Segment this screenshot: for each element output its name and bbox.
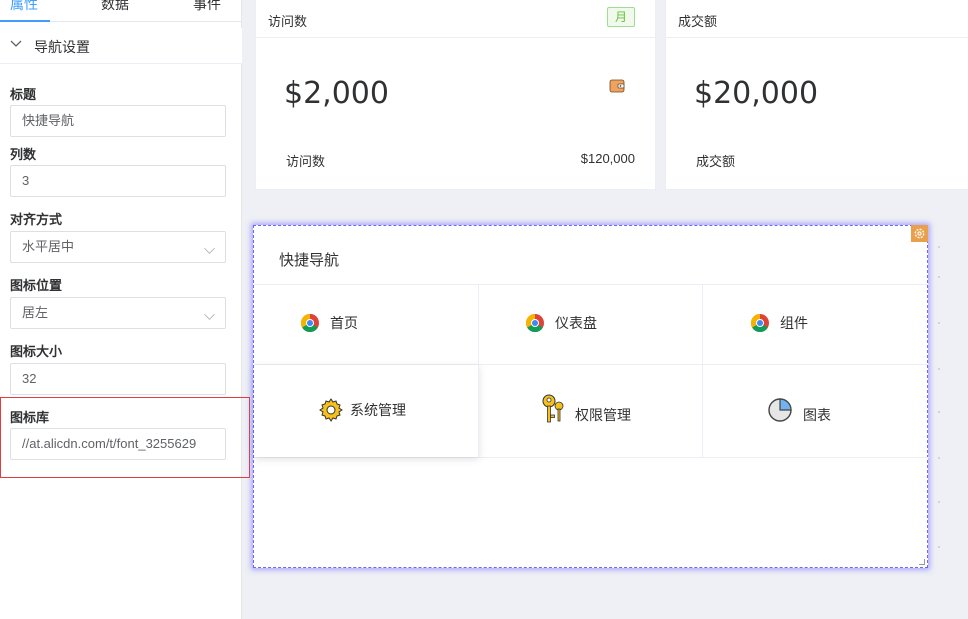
icon-position-label: 图标位置 <box>10 278 63 293</box>
tab-events[interactable]: 事件 <box>193 0 221 14</box>
nav-item-charts[interactable]: 图表 <box>767 395 831 425</box>
guide-dot <box>938 322 940 324</box>
guide-dot <box>938 457 940 459</box>
nav-row: 系统管理 权限管理 图表 <box>254 364 929 458</box>
card-header: 成交额 <box>666 0 968 38</box>
quick-nav-widget[interactable]: 快捷导航 首页 仪表盘 组件 系统管理 权限管理 图表 <box>253 225 929 568</box>
pie-chart-icon <box>768 398 792 422</box>
nav-cell: 首页 <box>254 285 479 364</box>
icon-position-select[interactable]: 居左 <box>10 297 226 329</box>
nav-item-label: 图表 <box>803 407 831 423</box>
nav-item-system[interactable]: 系统管理 <box>318 397 406 423</box>
section-header-nav-settings[interactable]: 导航设置 <box>0 28 242 64</box>
guide-dot <box>938 501 940 503</box>
title-input[interactable]: 快捷导航 <box>10 105 226 137</box>
align-label: 对齐方式 <box>10 212 63 227</box>
guide-dot <box>938 546 940 548</box>
nav-row: 首页 仪表盘 组件 <box>254 284 929 364</box>
section-title: 导航设置 <box>34 39 90 55</box>
nav-item-components[interactable]: 组件 <box>750 313 808 333</box>
guide-dot <box>938 411 940 413</box>
nav-cell: 权限管理 <box>479 365 703 457</box>
tab-properties[interactable]: 属性 <box>10 0 38 14</box>
gear-icon <box>319 398 343 422</box>
chevron-down-icon <box>204 309 215 320</box>
card-footer-value: $120,000 <box>580 151 635 166</box>
nav-item-permissions[interactable]: 权限管理 <box>541 393 631 425</box>
key-icon <box>542 394 564 423</box>
chevron-down-icon <box>10 40 22 47</box>
card-value: $2,000 <box>284 76 389 111</box>
icon-size-input[interactable]: 32 <box>10 363 226 395</box>
nav-item-label: 首页 <box>330 315 358 331</box>
nav-cell: 组件 <box>703 285 929 364</box>
icon-position-select-value: 居左 <box>22 305 49 320</box>
nav-item-label: 仪表盘 <box>555 315 597 331</box>
tab-data[interactable]: 数据 <box>101 0 129 14</box>
wallet-icon <box>609 79 625 93</box>
tab-active-indicator <box>0 20 50 22</box>
guide-dot <box>938 246 940 248</box>
property-panel: 属性 数据 事件 导航设置 标题 快捷导航 列数 3 对齐方式 水平居中 图标位… <box>0 0 250 619</box>
highlight-box <box>0 397 250 478</box>
columns-label: 列数 <box>10 147 37 162</box>
nav-item-dashboard[interactable]: 仪表盘 <box>525 313 597 333</box>
guide-dot <box>938 368 940 370</box>
settings-icon[interactable] <box>911 225 928 242</box>
columns-input[interactable]: 3 <box>10 165 226 197</box>
chrome-icon <box>750 314 769 333</box>
align-select-value: 水平居中 <box>22 239 75 254</box>
quick-nav-title: 快捷导航 <box>279 252 340 269</box>
card-footer-label: 访问数 <box>286 154 326 169</box>
chrome-icon <box>300 314 319 333</box>
deals-card: 成交额 $20,000 成交额 <box>665 0 968 190</box>
nav-item-label: 权限管理 <box>575 407 631 423</box>
nav-cell: 仪表盘 <box>479 285 703 364</box>
panel-tabs: 属性 数据 事件 <box>0 0 242 22</box>
icon-size-label: 图标大小 <box>10 344 63 359</box>
guide-dot <box>938 276 940 278</box>
nav-item-label: 系统管理 <box>350 402 406 418</box>
visits-card: 访问数 月 $2,000 访问数 $120,000 <box>255 0 656 190</box>
chevron-down-icon <box>204 243 215 254</box>
align-select[interactable]: 水平居中 <box>10 231 226 263</box>
title-label: 标题 <box>10 87 37 102</box>
card-footer-label: 成交额 <box>696 154 736 169</box>
period-badge[interactable]: 月 <box>607 7 635 27</box>
chrome-icon <box>525 314 544 333</box>
card-title: 访问数 <box>268 14 308 29</box>
card-value: $20,000 <box>694 76 819 111</box>
nav-item-label: 组件 <box>780 315 808 331</box>
card-header: 访问数 月 <box>256 0 655 38</box>
nav-cell: 图表 <box>703 365 929 457</box>
resize-handle[interactable] <box>919 559 925 565</box>
nav-cell: 系统管理 <box>254 365 479 457</box>
nav-item-home[interactable]: 首页 <box>300 313 358 333</box>
card-title: 成交额 <box>678 14 718 29</box>
